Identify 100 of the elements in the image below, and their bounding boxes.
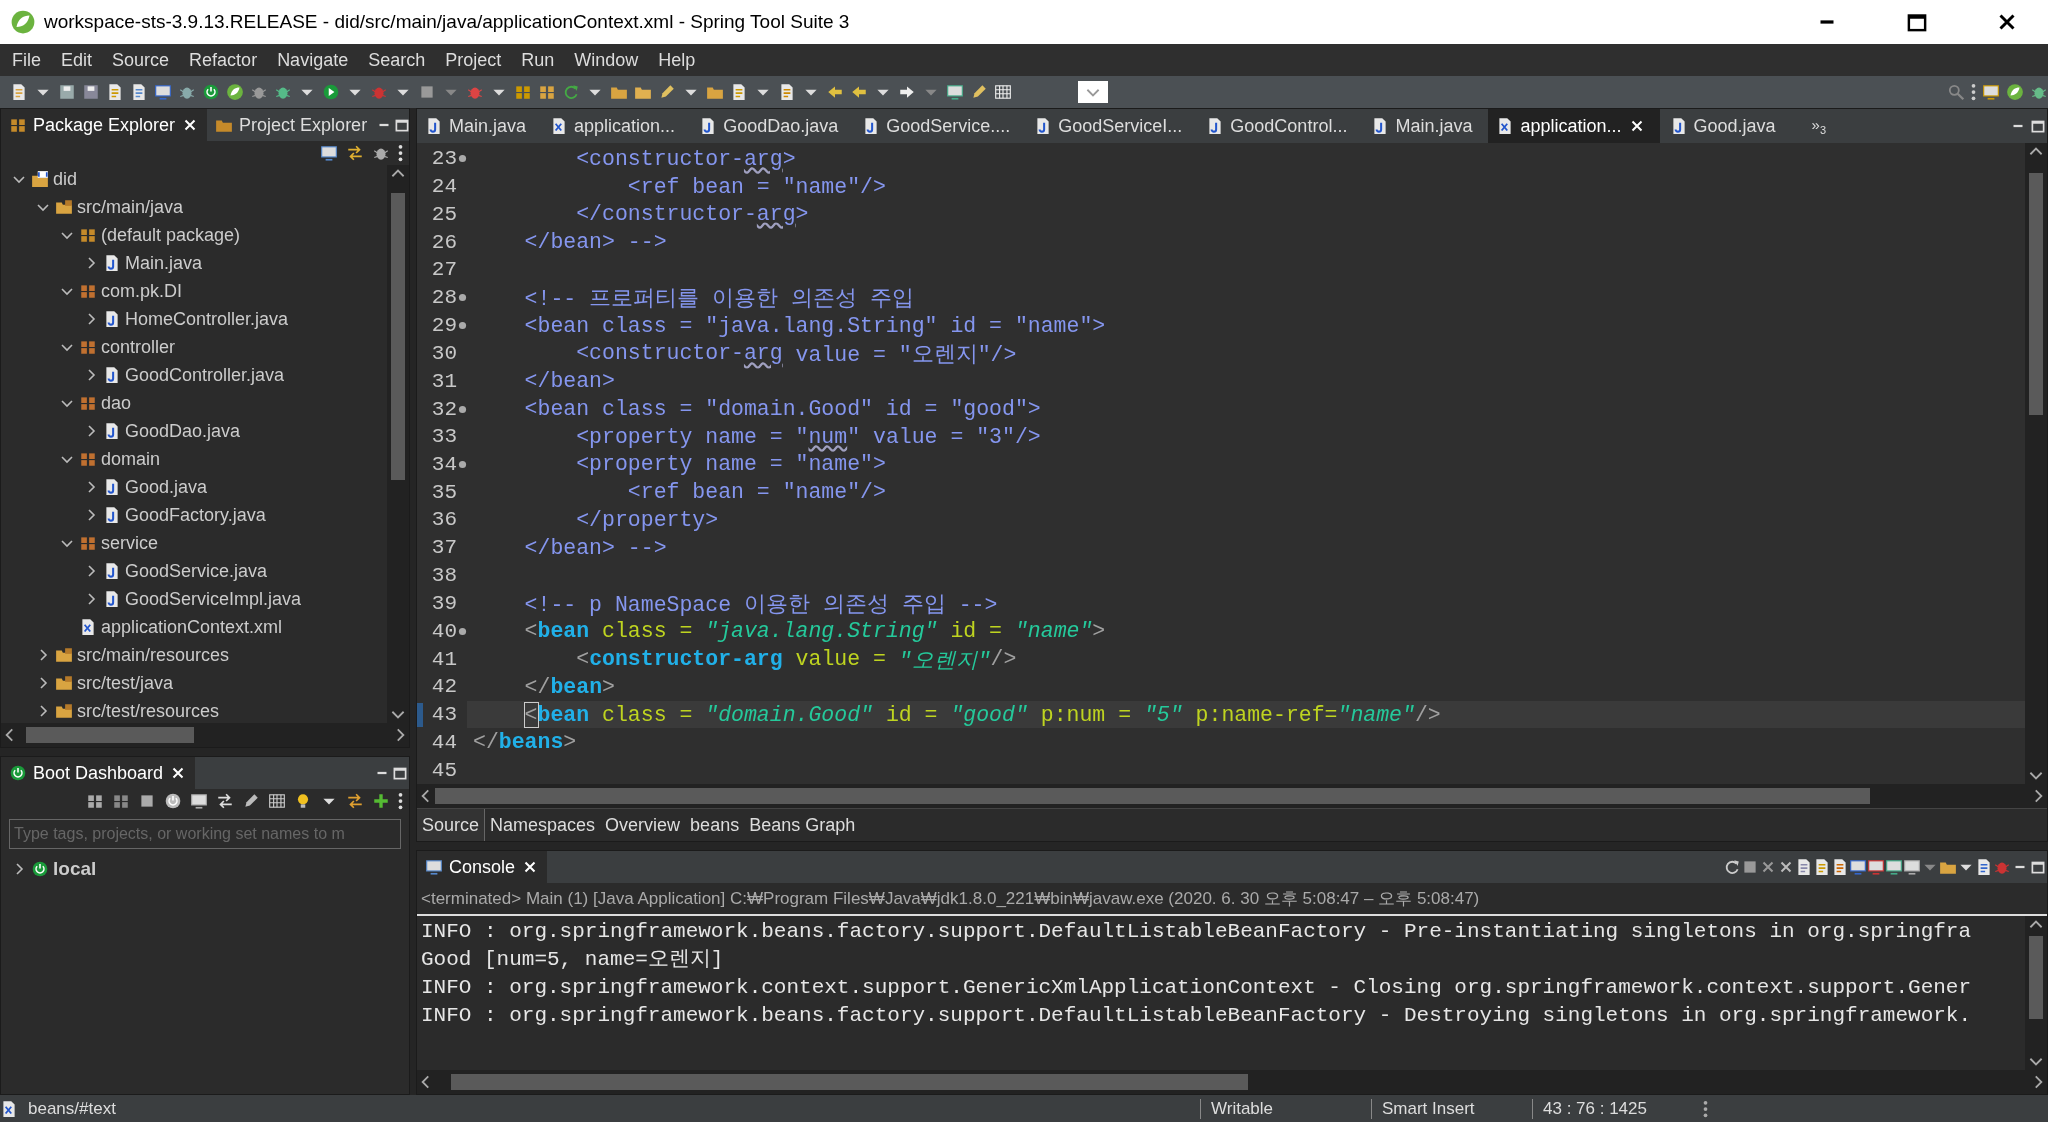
save-icon[interactable] [58, 83, 76, 101]
stop-icon[interactable] [138, 792, 156, 810]
document-icon[interactable] [1831, 858, 1849, 876]
scrollbar-thumb[interactable] [26, 727, 194, 743]
view-tab[interactable]: Package Explorer [1, 109, 208, 141]
tree-item[interactable]: HomeController.java [125, 308, 289, 330]
document-icon[interactable] [778, 83, 796, 101]
tree-item[interactable]: Good.java [125, 476, 208, 498]
editor-page-tab[interactable]: Overview [600, 809, 686, 841]
monitor-icon[interactable] [154, 83, 172, 101]
display-icon[interactable] [1885, 858, 1903, 876]
pencil-icon[interactable] [970, 83, 988, 101]
vertical-scrollbar[interactable] [387, 165, 409, 723]
fold-icon[interactable] [458, 404, 467, 414]
horizontal-scrollbar[interactable] [1, 723, 409, 747]
menu-item[interactable]: Edit [53, 49, 105, 71]
document-icon[interactable] [1813, 858, 1831, 876]
refresh-icon[interactable] [1723, 858, 1741, 876]
document-icon[interactable] [130, 83, 148, 101]
monitor-icon[interactable] [1903, 858, 1921, 876]
menu-item[interactable]: Run [513, 49, 567, 71]
editor-tab[interactable]: application... [542, 109, 690, 143]
dropdown[interactable] [1078, 81, 1108, 103]
view-tab[interactable]: Boot Dashboard [1, 757, 196, 789]
overflow-tabs[interactable]: »$_{3}$ [1811, 116, 1827, 136]
package-icon[interactable] [538, 83, 556, 101]
tree-item[interactable]: controller [101, 336, 176, 358]
pencil-icon[interactable] [658, 83, 676, 101]
view-menu-icon[interactable] [398, 144, 403, 162]
horizontal-scrollbar[interactable] [417, 784, 2047, 808]
menu-item[interactable]: Window [566, 49, 651, 71]
view-menu-icon[interactable] [398, 792, 403, 810]
horizontal-scrollbar[interactable] [417, 1070, 2047, 1094]
tree-item[interactable]: GoodController.java [125, 364, 285, 386]
circle-icon[interactable] [164, 792, 182, 810]
monitor-icon[interactable] [190, 792, 208, 810]
editor-page-tab[interactable]: Namespaces [485, 809, 601, 841]
fold-icon[interactable] [458, 321, 467, 331]
new-package-icon[interactable] [514, 83, 532, 101]
view-tab[interactable]: Project Explorer [207, 109, 376, 141]
tree-item[interactable]: Main.java [125, 252, 203, 274]
grid-icon[interactable] [994, 83, 1012, 101]
editor-page-tab[interactable]: Beans Graph [744, 809, 861, 841]
editor-tab[interactable]: application... [1488, 109, 1660, 143]
editor-tab[interactable]: GoodDao.java [691, 109, 853, 143]
search-field[interactable]: Type tags, projects, or working set names to m [9, 819, 401, 849]
view-tab[interactable]: Console [417, 851, 548, 883]
menu-item[interactable]: Refactor [181, 49, 270, 71]
menu-item[interactable]: Project [437, 49, 514, 71]
editor-tab[interactable]: Main.java [417, 109, 541, 143]
tree-item[interactable]: com.pk.DI [101, 280, 183, 302]
vertical-scrollbar[interactable] [2025, 143, 2047, 784]
save-all-icon[interactable] [82, 83, 100, 101]
leaf-icon[interactable] [226, 83, 244, 101]
scrollbar-thumb[interactable] [2029, 173, 2043, 416]
document-icon[interactable] [1795, 858, 1813, 876]
tree-item[interactable]: src/main/java [77, 196, 184, 218]
editor-tab[interactable]: Main.java [1363, 109, 1487, 143]
tree-item[interactable]: GoodServiceImpl.java [125, 588, 302, 610]
tree-item[interactable]: applicationContext.xml [101, 616, 283, 638]
tree-item[interactable]: src/main/resources [77, 644, 230, 666]
arrows-icon[interactable] [346, 792, 364, 810]
tree-item[interactable]: service [101, 532, 158, 554]
window-icon[interactable] [946, 83, 964, 101]
plus-icon[interactable] [372, 792, 390, 810]
tree-item[interactable]: domain [101, 448, 161, 470]
link-icon[interactable] [346, 144, 364, 162]
tree-item[interactable]: (default package) [101, 224, 241, 246]
leaf-icon[interactable] [2006, 83, 2024, 101]
document-icon[interactable] [106, 83, 124, 101]
tree-item[interactable]: dao [101, 392, 132, 414]
menu-item[interactable]: Source [104, 49, 182, 71]
tree-item[interactable]: local [53, 858, 97, 880]
swap-icon[interactable] [216, 792, 234, 810]
editor-tab[interactable]: GoodService.... [854, 109, 1025, 143]
scrollbar-thumb[interactable] [2029, 936, 2043, 1019]
run-icon[interactable] [322, 83, 340, 101]
tree-item[interactable]: GoodFactory.java [125, 504, 266, 526]
tree-item[interactable]: src/test/resources [77, 700, 220, 722]
new-file-icon[interactable] [10, 83, 28, 101]
dots-icon[interactable] [1971, 83, 1976, 101]
stop-icon[interactable] [418, 83, 436, 101]
vertical-scrollbar[interactable] [2025, 916, 2047, 1070]
scrollbar-thumb[interactable] [435, 788, 1870, 804]
editor-tab[interactable]: Good.java [1661, 109, 1790, 143]
editor-tab[interactable]: GoodServiceI... [1026, 109, 1197, 143]
editor-page-tab[interactable]: Source [417, 809, 486, 841]
menu-item[interactable]: Search [360, 49, 438, 71]
tree-item[interactable]: src/test/java [77, 672, 174, 694]
table-icon[interactable] [268, 792, 286, 810]
fold-icon[interactable] [458, 154, 467, 164]
menu-item[interactable]: Help [650, 49, 708, 71]
menu-item[interactable]: File [4, 49, 53, 71]
refresh-icon[interactable] [562, 83, 580, 101]
stop-icon[interactable] [1741, 858, 1759, 876]
tree-item[interactable]: did [53, 168, 78, 190]
fold-icon[interactable] [458, 626, 467, 636]
editor-page-tab[interactable]: beans [685, 809, 745, 841]
scrollbar-thumb[interactable] [391, 193, 405, 481]
fold-icon[interactable] [458, 293, 467, 303]
